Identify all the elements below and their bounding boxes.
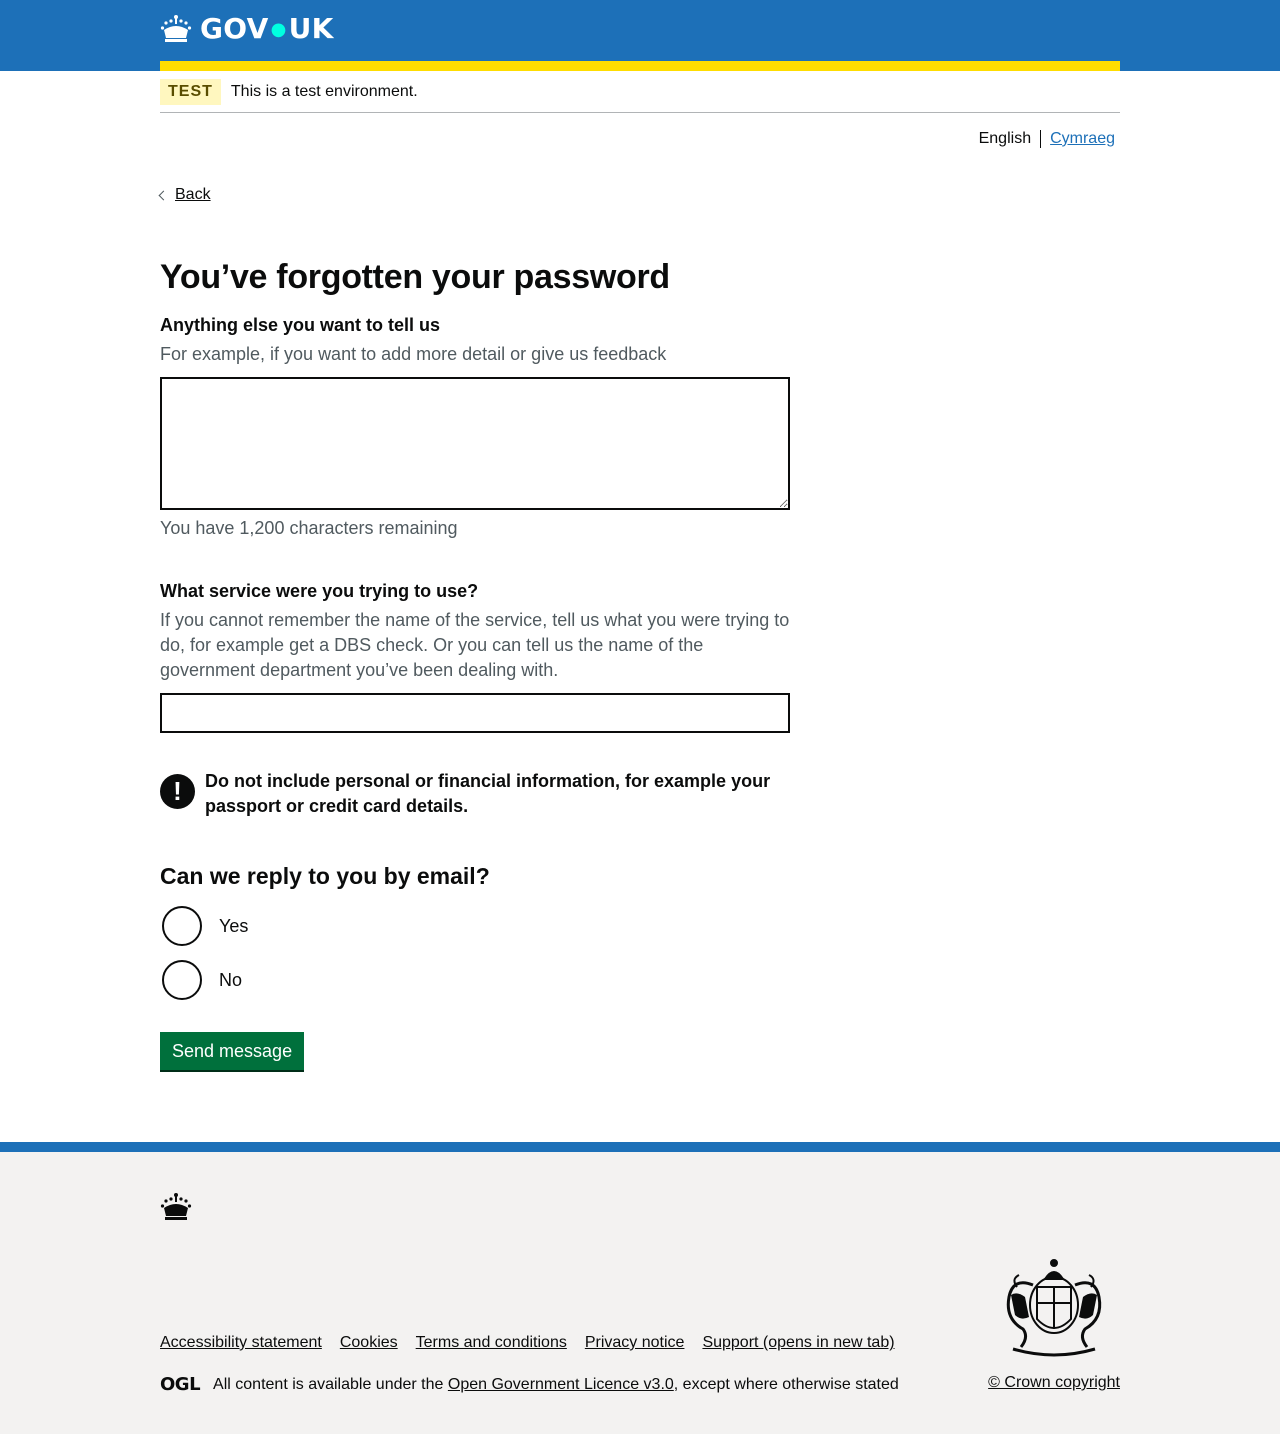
crown-icon (160, 14, 192, 42)
warning-message: Do not include personal or financial inf… (205, 771, 771, 816)
language-switcher: English Cymraeg (979, 130, 1115, 148)
radio-yes-label[interactable]: Yes (219, 916, 248, 937)
more-details-group: Anything else you want to tell us For ex… (160, 315, 790, 539)
language-current: English (978, 130, 1032, 147)
radio-yes-input[interactable] (162, 906, 202, 946)
ogl-logo: OGL (160, 1374, 201, 1395)
radio-option-no[interactable]: No (160, 960, 790, 1000)
service-group: What service were you trying to use? If … (160, 581, 790, 733)
phase-tag: TEST (160, 78, 221, 105)
site-footer: Accessibility statement Cookies Terms an… (0, 1142, 1280, 1434)
phase-banner: TEST This is a test environment. (160, 71, 1120, 113)
send-message-button[interactable]: Send message (160, 1032, 305, 1070)
language-divider (1040, 130, 1042, 148)
reply-fieldset: Can we reply to you by email? Yes No (160, 863, 790, 1000)
radio-option-yes[interactable]: Yes (160, 906, 790, 946)
royal-coat-of-arms-icon (1006, 1259, 1102, 1357)
footer-crown (160, 1192, 192, 1227)
warning-icon: ! (160, 774, 195, 809)
footer-link-cookies[interactable]: Cookies (340, 1334, 398, 1352)
phase-text: This is a test environment. (230, 82, 418, 100)
back-link-container: Back (158, 186, 211, 204)
back-link[interactable]: Back (175, 186, 211, 204)
chevron-left-icon (158, 190, 169, 200)
footer-links: Accessibility statement Cookies Terms an… (160, 1334, 913, 1352)
more-details-hint: For example, if you want to add more det… (160, 344, 667, 364)
licence-statement: OGL All content is available under the O… (160, 1374, 899, 1395)
footer-link-support[interactable]: Support (opens in new tab) (702, 1334, 894, 1352)
reply-legend: Can we reply to you by email? (160, 863, 490, 889)
main-content: You’ve forgotten your password Anything … (160, 258, 790, 1070)
footer-link-privacy[interactable]: Privacy notice (585, 1334, 685, 1352)
footer-link-accessibility[interactable]: Accessibility statement (160, 1334, 322, 1352)
page-title: You’ve forgotten your password (160, 258, 670, 296)
radio-no-label[interactable]: No (219, 970, 242, 991)
service-input[interactable] (160, 693, 790, 733)
licence-suffix: , except where otherwise stated (673, 1375, 899, 1393)
language-link-cymraeg[interactable]: Cymraeg (1050, 130, 1115, 148)
warning-text: ! Do not include personal or financial i… (160, 769, 790, 819)
service-label: What service were you trying to use? (160, 581, 479, 601)
footer-link-terms[interactable]: Terms and conditions (416, 1334, 567, 1352)
header-stripe (160, 61, 1120, 71)
licence-prefix: All content is available under the (213, 1375, 444, 1393)
govuk-logo-link[interactable]: GOV ●UK (160, 12, 334, 45)
site-header: GOV ●UK (0, 0, 1280, 71)
header-container: GOV ●UK (160, 0, 1120, 71)
more-details-textarea[interactable] (160, 377, 790, 510)
licence-link[interactable]: Open Government Licence v3.0 (448, 1376, 674, 1394)
crown-icon (160, 1193, 192, 1220)
service-hint: If you cannot remember the name of the s… (160, 610, 790, 680)
crown-copyright: © Crown copyright (988, 1374, 1120, 1392)
radio-no-input[interactable] (162, 960, 202, 1000)
character-count-message: You have 1,200 characters remaining (160, 518, 458, 538)
more-details-label: Anything else you want to tell us (160, 315, 441, 335)
crown-copyright-link[interactable]: © Crown copyright (988, 1374, 1120, 1391)
logo-text: GOV ●UK (200, 12, 334, 45)
